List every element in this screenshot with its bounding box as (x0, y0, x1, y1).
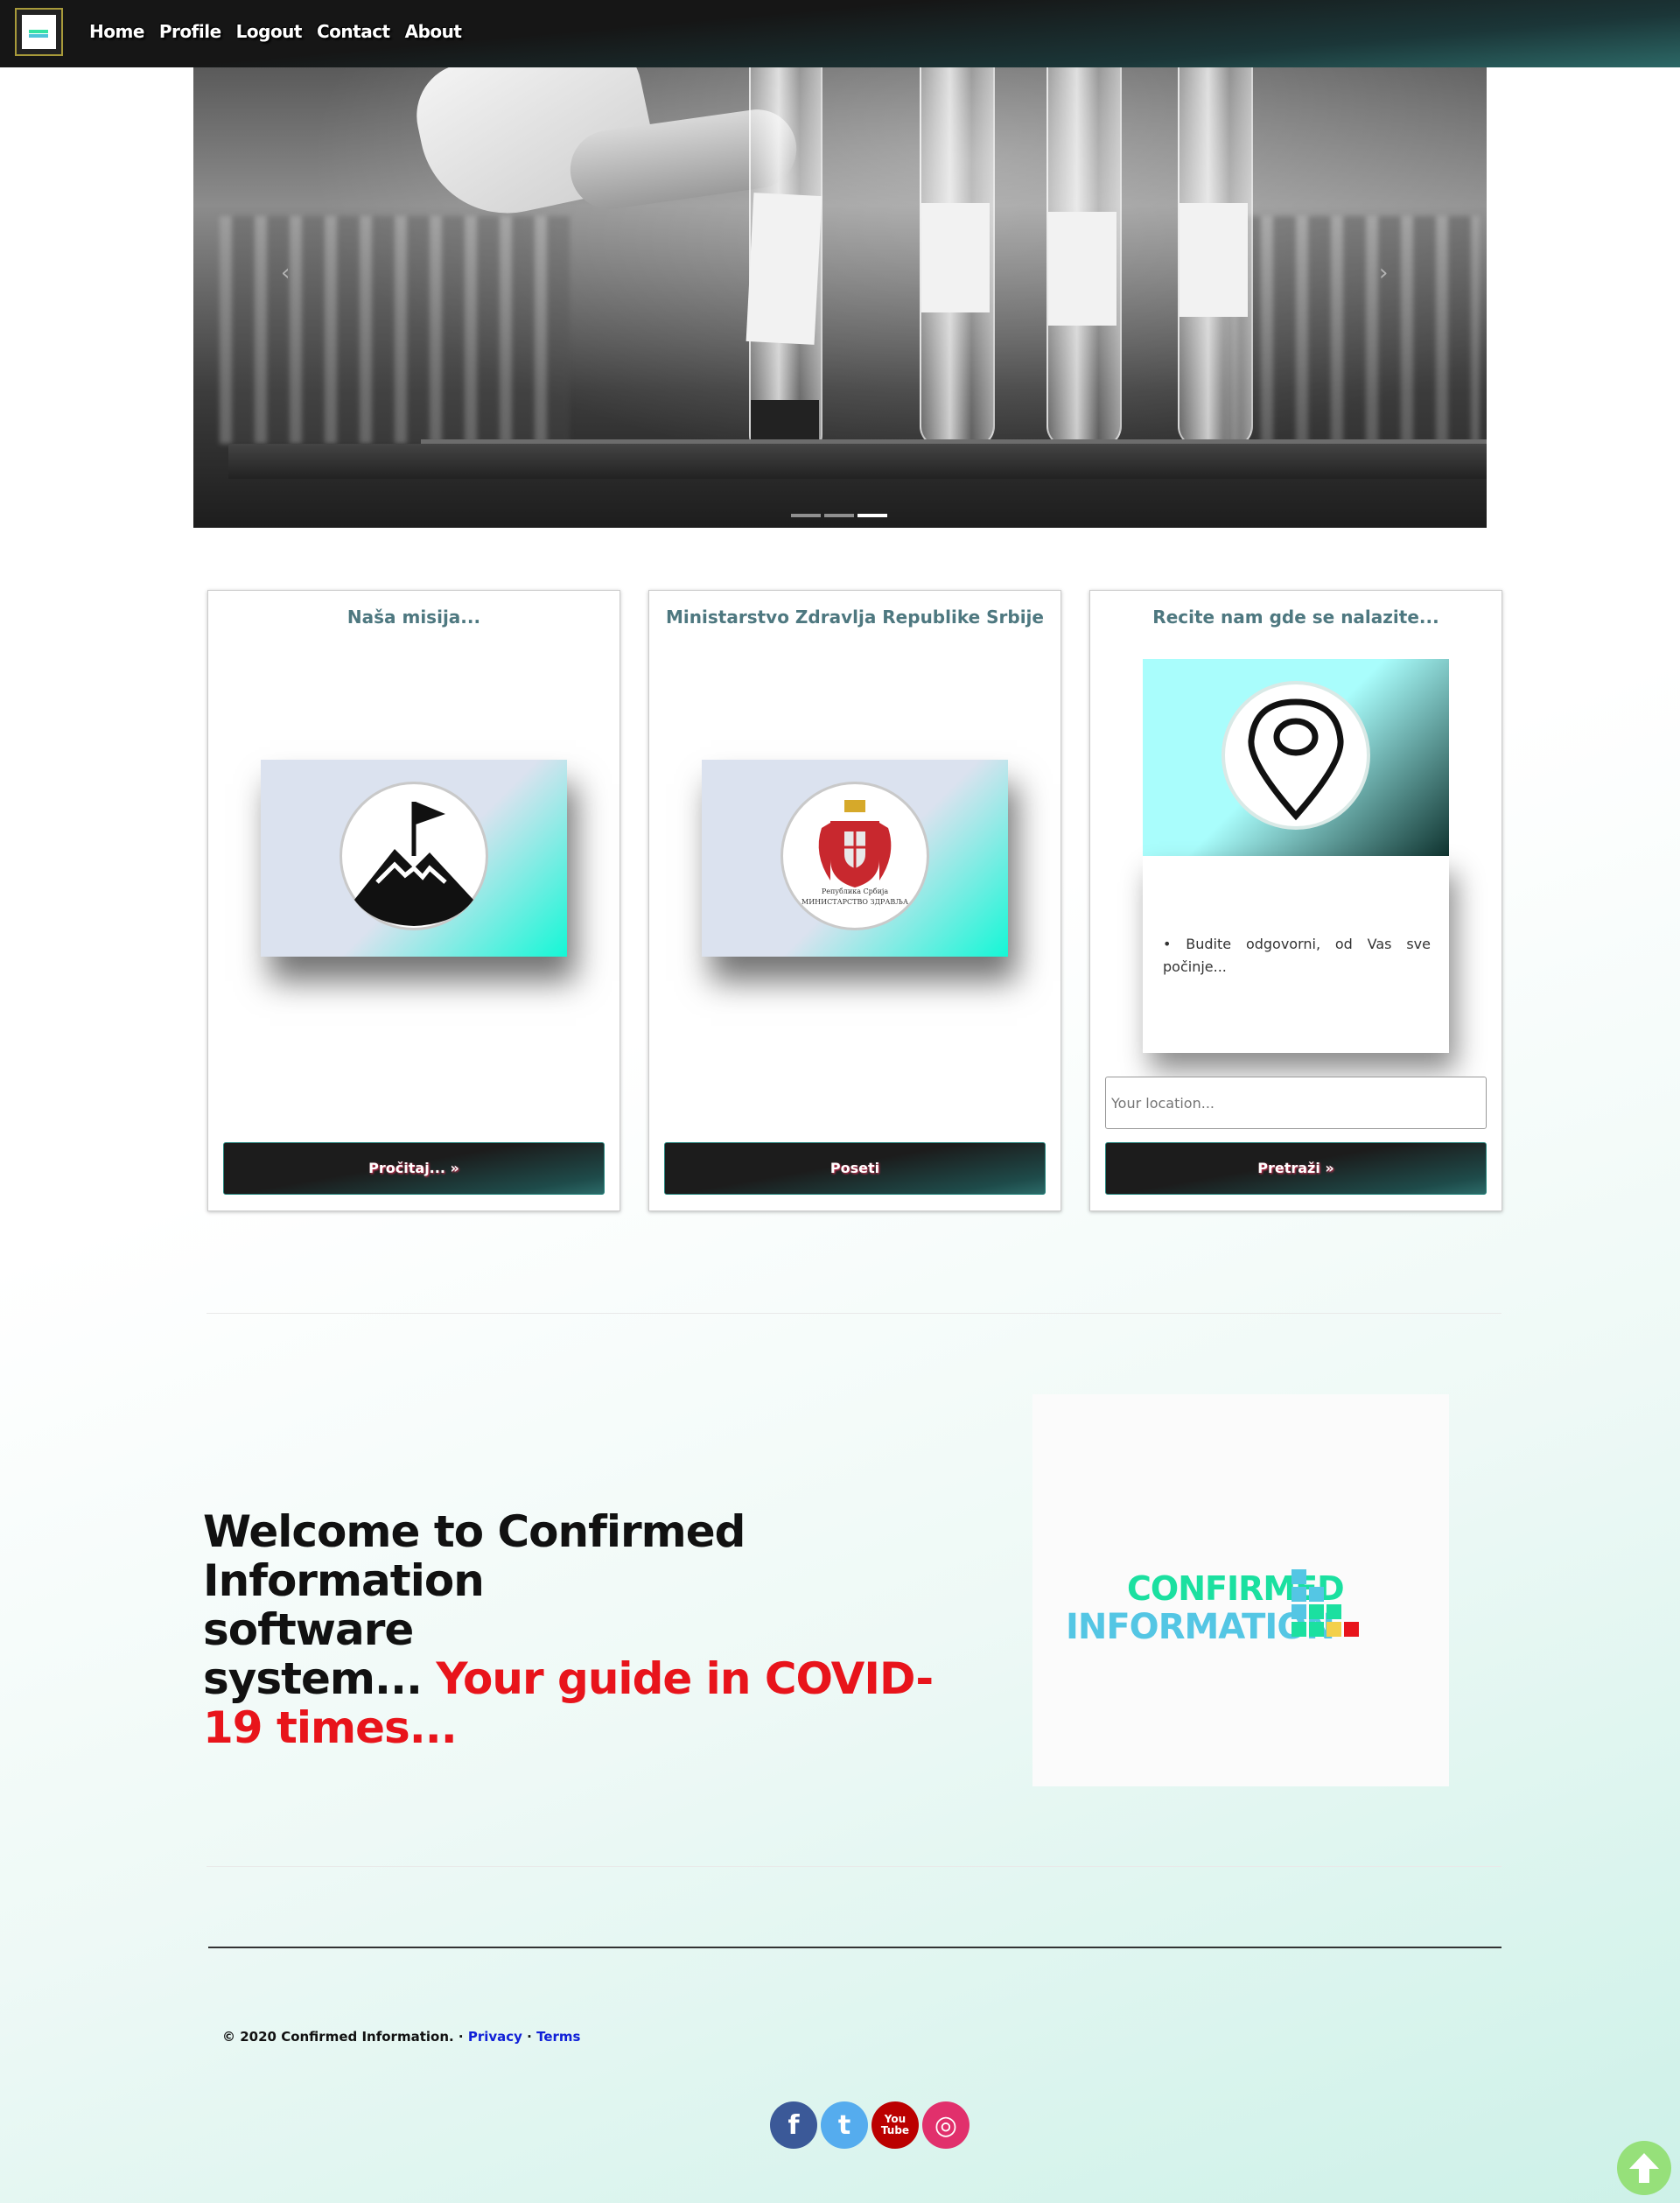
arrow-up-icon (1629, 2153, 1659, 2183)
navbar: Home Profile Logout Contact About (0, 0, 1680, 67)
visit-button[interactable]: Poseti (664, 1142, 1046, 1195)
carousel-next-button[interactable]: › (1379, 260, 1405, 286)
emblem-text-2: МИНИСТАРСТВО ЗДРАВЉА (802, 898, 908, 906)
location-info-text: • Budite odgovorni, od Vas sve počinje..… (1163, 936, 1431, 975)
carousel-indicator-active[interactable] (858, 514, 887, 517)
emblem-text-1: Република Србија (821, 888, 889, 895)
copyright-text: © 2020 Confirmed Information. · (222, 2029, 468, 2045)
scroll-to-top-button[interactable] (1617, 2141, 1671, 2195)
welcome-line-1: Welcome to Confirmed Information (203, 1506, 746, 1606)
nav-home-link[interactable]: Home (89, 21, 144, 42)
card-ministry: Ministarstvo Zdravlja Republike Srbije Р… (648, 590, 1061, 1211)
brand-logo[interactable] (15, 8, 63, 56)
serbia-coat-of-arms-icon: Република Србија МИНИСТАРСТВО ЗДРАВЉА (780, 782, 929, 930)
card-title: Recite nam gde se nalazite... (1152, 607, 1439, 628)
terms-link[interactable]: Terms (536, 2029, 580, 2045)
facebook-icon[interactable]: f (770, 2101, 817, 2149)
card-image: Република Србија МИНИСТАРСТВО ЗДРАВЉА (702, 760, 1008, 957)
nav-about-link[interactable]: About (405, 21, 462, 42)
search-button[interactable]: Pretraži » (1105, 1142, 1487, 1195)
welcome-line-3: system... (203, 1653, 437, 1704)
welcome-line-2: software (203, 1604, 414, 1655)
chevron-left-icon: ‹ (281, 260, 290, 286)
nav-contact-link[interactable]: Contact (317, 21, 390, 42)
card-title: Naša misija... (346, 607, 481, 628)
social-links: f t You Tube ◎ (770, 2101, 970, 2149)
hero-carousel: ‹ › (193, 67, 1487, 528)
map-pin-icon (1222, 681, 1370, 830)
carousel-indicator[interactable] (791, 514, 821, 517)
confirmed-information-logo: CONFIRMED INFORMATION (1032, 1394, 1449, 1786)
instagram-icon[interactable]: ◎ (922, 2101, 970, 2149)
youtube-icon[interactable]: You Tube (872, 2101, 919, 2149)
twitter-icon[interactable]: t (821, 2101, 868, 2149)
brand-logo-image (22, 15, 56, 49)
footer-separator: · (522, 2029, 537, 2045)
footer-divider (208, 1947, 1502, 1948)
nav-logout-link[interactable]: Logout (236, 21, 303, 42)
card-mission: Naša misija... Pročitaj... » (207, 590, 620, 1211)
divider (206, 1313, 1502, 1314)
mountain-flag-icon (340, 782, 488, 930)
chevron-right-icon: › (1379, 260, 1389, 286)
divider (206, 1866, 1502, 1867)
nav-links: Home Profile Logout Contact About (89, 21, 462, 42)
card-location: Recite nam gde se nalazite... • Budite o… (1089, 590, 1502, 1211)
card-title: Ministarstvo Zdravlja Republike Srbije (666, 607, 1044, 628)
card-image (261, 760, 567, 957)
carousel-indicators (791, 514, 887, 517)
carousel-prev-button[interactable]: ‹ (281, 260, 307, 286)
read-more-button[interactable]: Pročitaj... » (223, 1142, 605, 1195)
carousel-indicator[interactable] (824, 514, 854, 517)
card-image (1143, 659, 1449, 856)
welcome-heading: Welcome to Confirmed Information softwar… (203, 1507, 973, 1752)
footer-text: © 2020 Confirmed Information. · Privacy … (222, 2029, 580, 2045)
location-input[interactable] (1105, 1077, 1487, 1129)
privacy-link[interactable]: Privacy (468, 2029, 522, 2045)
location-info-box: • Budite odgovorni, od Vas sve počinje..… (1143, 856, 1449, 1053)
nav-profile-link[interactable]: Profile (159, 21, 221, 42)
